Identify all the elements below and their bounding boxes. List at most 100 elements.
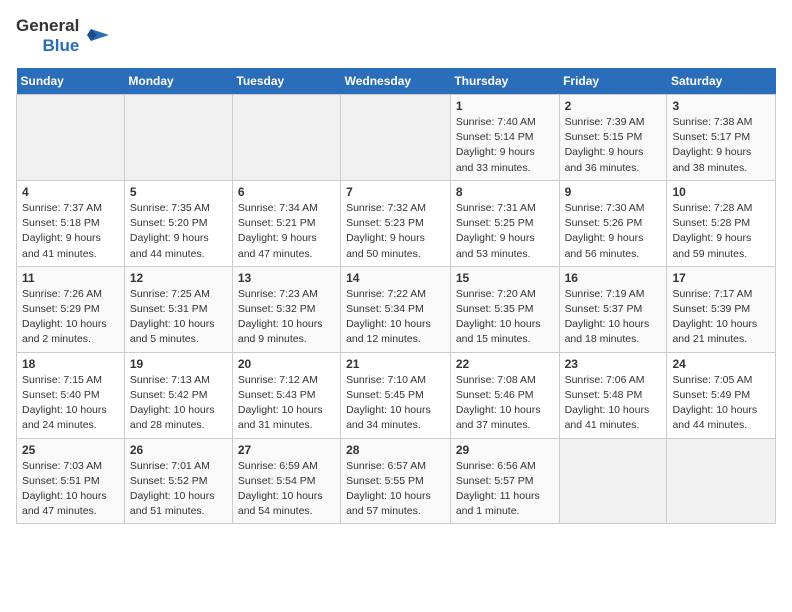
calendar-cell: 5 Sunrise: 7:35 AMSunset: 5:20 PMDaylight…	[124, 180, 232, 266]
calendar-cell: 10 Sunrise: 7:28 AMSunset: 5:28 PMDayligh…	[667, 180, 776, 266]
calendar-cell: 22 Sunrise: 7:08 AMSunset: 5:46 PMDayligh…	[450, 352, 559, 438]
day-number: 5	[130, 185, 227, 199]
calendar-cell: 14 Sunrise: 7:22 AMSunset: 5:34 PMDayligh…	[341, 266, 451, 352]
calendar-week-row: 11 Sunrise: 7:26 AMSunset: 5:29 PMDayligh…	[17, 266, 776, 352]
calendar-cell: 21 Sunrise: 7:10 AMSunset: 5:45 PMDayligh…	[341, 352, 451, 438]
day-info: Sunrise: 7:12 AMSunset: 5:43 PMDaylight:…	[238, 373, 335, 434]
calendar-week-row: 4 Sunrise: 7:37 AMSunset: 5:18 PMDaylight…	[17, 180, 776, 266]
day-info: Sunrise: 7:25 AMSunset: 5:31 PMDaylight:…	[130, 287, 227, 348]
calendar-cell: 9 Sunrise: 7:30 AMSunset: 5:26 PMDaylight…	[559, 180, 667, 266]
calendar-cell: 8Sunrise: 7:31 AMSunset: 5:25 PMDaylight…	[450, 180, 559, 266]
column-header-sunday: Sunday	[17, 68, 125, 95]
calendar-cell	[559, 438, 667, 524]
day-info: Sunrise: 7:15 AMSunset: 5:40 PMDaylight:…	[22, 373, 119, 434]
day-info: Sunrise: 6:57 AMSunset: 5:55 PMDaylight:…	[346, 459, 445, 520]
calendar-cell: 4 Sunrise: 7:37 AMSunset: 5:18 PMDaylight…	[17, 180, 125, 266]
calendar-cell: 19Sunrise: 7:13 AMSunset: 5:42 PMDayligh…	[124, 352, 232, 438]
logo: General Blue	[16, 16, 113, 56]
day-number: 22	[456, 357, 554, 371]
day-info: Sunrise: 7:17 AMSunset: 5:39 PMDaylight:…	[672, 287, 770, 348]
day-number: 2	[565, 99, 662, 113]
day-info: Sunrise: 7:22 AMSunset: 5:34 PMDaylight:…	[346, 287, 445, 348]
day-number: 26	[130, 443, 227, 457]
day-info: Sunrise: 7:05 AMSunset: 5:49 PMDaylight:…	[672, 373, 770, 434]
calendar-cell: 18 Sunrise: 7:15 AMSunset: 5:40 PMDayligh…	[17, 352, 125, 438]
day-number: 7	[346, 185, 445, 199]
day-number: 25	[22, 443, 119, 457]
column-header-tuesday: Tuesday	[232, 68, 340, 95]
day-number: 21	[346, 357, 445, 371]
day-number: 20	[238, 357, 335, 371]
calendar-cell: 26 Sunrise: 7:01 AMSunset: 5:52 PMDayligh…	[124, 438, 232, 524]
calendar-cell: 25 Sunrise: 7:03 AMSunset: 5:51 PMDayligh…	[17, 438, 125, 524]
day-number: 17	[672, 271, 770, 285]
day-number: 6	[238, 185, 335, 199]
calendar-cell	[17, 95, 125, 181]
day-number: 27	[238, 443, 335, 457]
column-header-wednesday: Wednesday	[341, 68, 451, 95]
calendar-cell: 7Sunrise: 7:32 AMSunset: 5:23 PMDaylight…	[341, 180, 451, 266]
day-info: Sunrise: 7:06 AMSunset: 5:48 PMDaylight:…	[565, 373, 662, 434]
calendar-header-row: SundayMondayTuesdayWednesdayThursdayFrid…	[17, 68, 776, 95]
day-number: 28	[346, 443, 445, 457]
day-number: 9	[565, 185, 662, 199]
day-info: Sunrise: 6:56 AMSunset: 5:57 PMDaylight:…	[456, 459, 554, 520]
day-info: Sunrise: 7:10 AMSunset: 5:45 PMDaylight:…	[346, 373, 445, 434]
calendar-cell: 15Sunrise: 7:20 AMSunset: 5:35 PMDayligh…	[450, 266, 559, 352]
day-info: Sunrise: 7:26 AMSunset: 5:29 PMDaylight:…	[22, 287, 119, 348]
day-number: 14	[346, 271, 445, 285]
day-info: Sunrise: 7:19 AMSunset: 5:37 PMDaylight:…	[565, 287, 662, 348]
calendar-cell: 24 Sunrise: 7:05 AMSunset: 5:49 PMDayligh…	[667, 352, 776, 438]
day-number: 13	[238, 271, 335, 285]
calendar-cell: 13 Sunrise: 7:23 AMSunset: 5:32 PMDayligh…	[232, 266, 340, 352]
calendar-cell	[341, 95, 451, 181]
calendar-cell: 20 Sunrise: 7:12 AMSunset: 5:43 PMDayligh…	[232, 352, 340, 438]
day-number: 16	[565, 271, 662, 285]
calendar-cell: 6Sunrise: 7:34 AMSunset: 5:21 PMDaylight…	[232, 180, 340, 266]
calendar-cell	[124, 95, 232, 181]
day-info: Sunrise: 7:23 AMSunset: 5:32 PMDaylight:…	[238, 287, 335, 348]
calendar-cell: 29 Sunrise: 6:56 AMSunset: 5:57 PMDayligh…	[450, 438, 559, 524]
day-info: Sunrise: 7:01 AMSunset: 5:52 PMDaylight:…	[130, 459, 227, 520]
column-header-friday: Friday	[559, 68, 667, 95]
day-info: Sunrise: 6:59 AMSunset: 5:54 PMDaylight:…	[238, 459, 335, 520]
day-number: 1	[456, 99, 554, 113]
day-number: 8	[456, 185, 554, 199]
calendar-cell	[667, 438, 776, 524]
day-info: Sunrise: 7:38 AMSunset: 5:17 PMDaylight:…	[672, 115, 770, 176]
day-number: 18	[22, 357, 119, 371]
calendar-week-row: 25 Sunrise: 7:03 AMSunset: 5:51 PMDayligh…	[17, 438, 776, 524]
day-number: 10	[672, 185, 770, 199]
logo-blue-text: Blue	[42, 36, 79, 56]
logo-general-text: General	[16, 16, 79, 36]
calendar-cell: 12Sunrise: 7:25 AMSunset: 5:31 PMDayligh…	[124, 266, 232, 352]
day-number: 3	[672, 99, 770, 113]
day-info: Sunrise: 7:40 AMSunset: 5:14 PMDaylight:…	[456, 115, 554, 176]
day-number: 29	[456, 443, 554, 457]
calendar-table: SundayMondayTuesdayWednesdayThursdayFrid…	[16, 68, 776, 524]
calendar-cell: 28 Sunrise: 6:57 AMSunset: 5:55 PMDayligh…	[341, 438, 451, 524]
calendar-week-row: 18 Sunrise: 7:15 AMSunset: 5:40 PMDayligh…	[17, 352, 776, 438]
page-header: General Blue	[16, 16, 776, 56]
day-info: Sunrise: 7:03 AMSunset: 5:51 PMDaylight:…	[22, 459, 119, 520]
column-header-thursday: Thursday	[450, 68, 559, 95]
calendar-cell: 16 Sunrise: 7:19 AMSunset: 5:37 PMDayligh…	[559, 266, 667, 352]
day-info: Sunrise: 7:28 AMSunset: 5:28 PMDaylight:…	[672, 201, 770, 262]
calendar-week-row: 1 Sunrise: 7:40 AMSunset: 5:14 PMDaylight…	[17, 95, 776, 181]
day-number: 4	[22, 185, 119, 199]
day-info: Sunrise: 7:08 AMSunset: 5:46 PMDaylight:…	[456, 373, 554, 434]
day-info: Sunrise: 7:39 AMSunset: 5:15 PMDaylight:…	[565, 115, 662, 176]
calendar-cell: 11 Sunrise: 7:26 AMSunset: 5:29 PMDayligh…	[17, 266, 125, 352]
day-info: Sunrise: 7:20 AMSunset: 5:35 PMDaylight:…	[456, 287, 554, 348]
calendar-cell: 1 Sunrise: 7:40 AMSunset: 5:14 PMDaylight…	[450, 95, 559, 181]
calendar-cell	[232, 95, 340, 181]
day-info: Sunrise: 7:37 AMSunset: 5:18 PMDaylight:…	[22, 201, 119, 262]
logo-bird-icon	[83, 21, 113, 51]
column-header-saturday: Saturday	[667, 68, 776, 95]
day-number: 24	[672, 357, 770, 371]
day-number: 19	[130, 357, 227, 371]
day-info: Sunrise: 7:30 AMSunset: 5:26 PMDaylight:…	[565, 201, 662, 262]
day-number: 11	[22, 271, 119, 285]
day-info: Sunrise: 7:35 AMSunset: 5:20 PMDaylight:…	[130, 201, 227, 262]
calendar-cell: 23Sunrise: 7:06 AMSunset: 5:48 PMDayligh…	[559, 352, 667, 438]
